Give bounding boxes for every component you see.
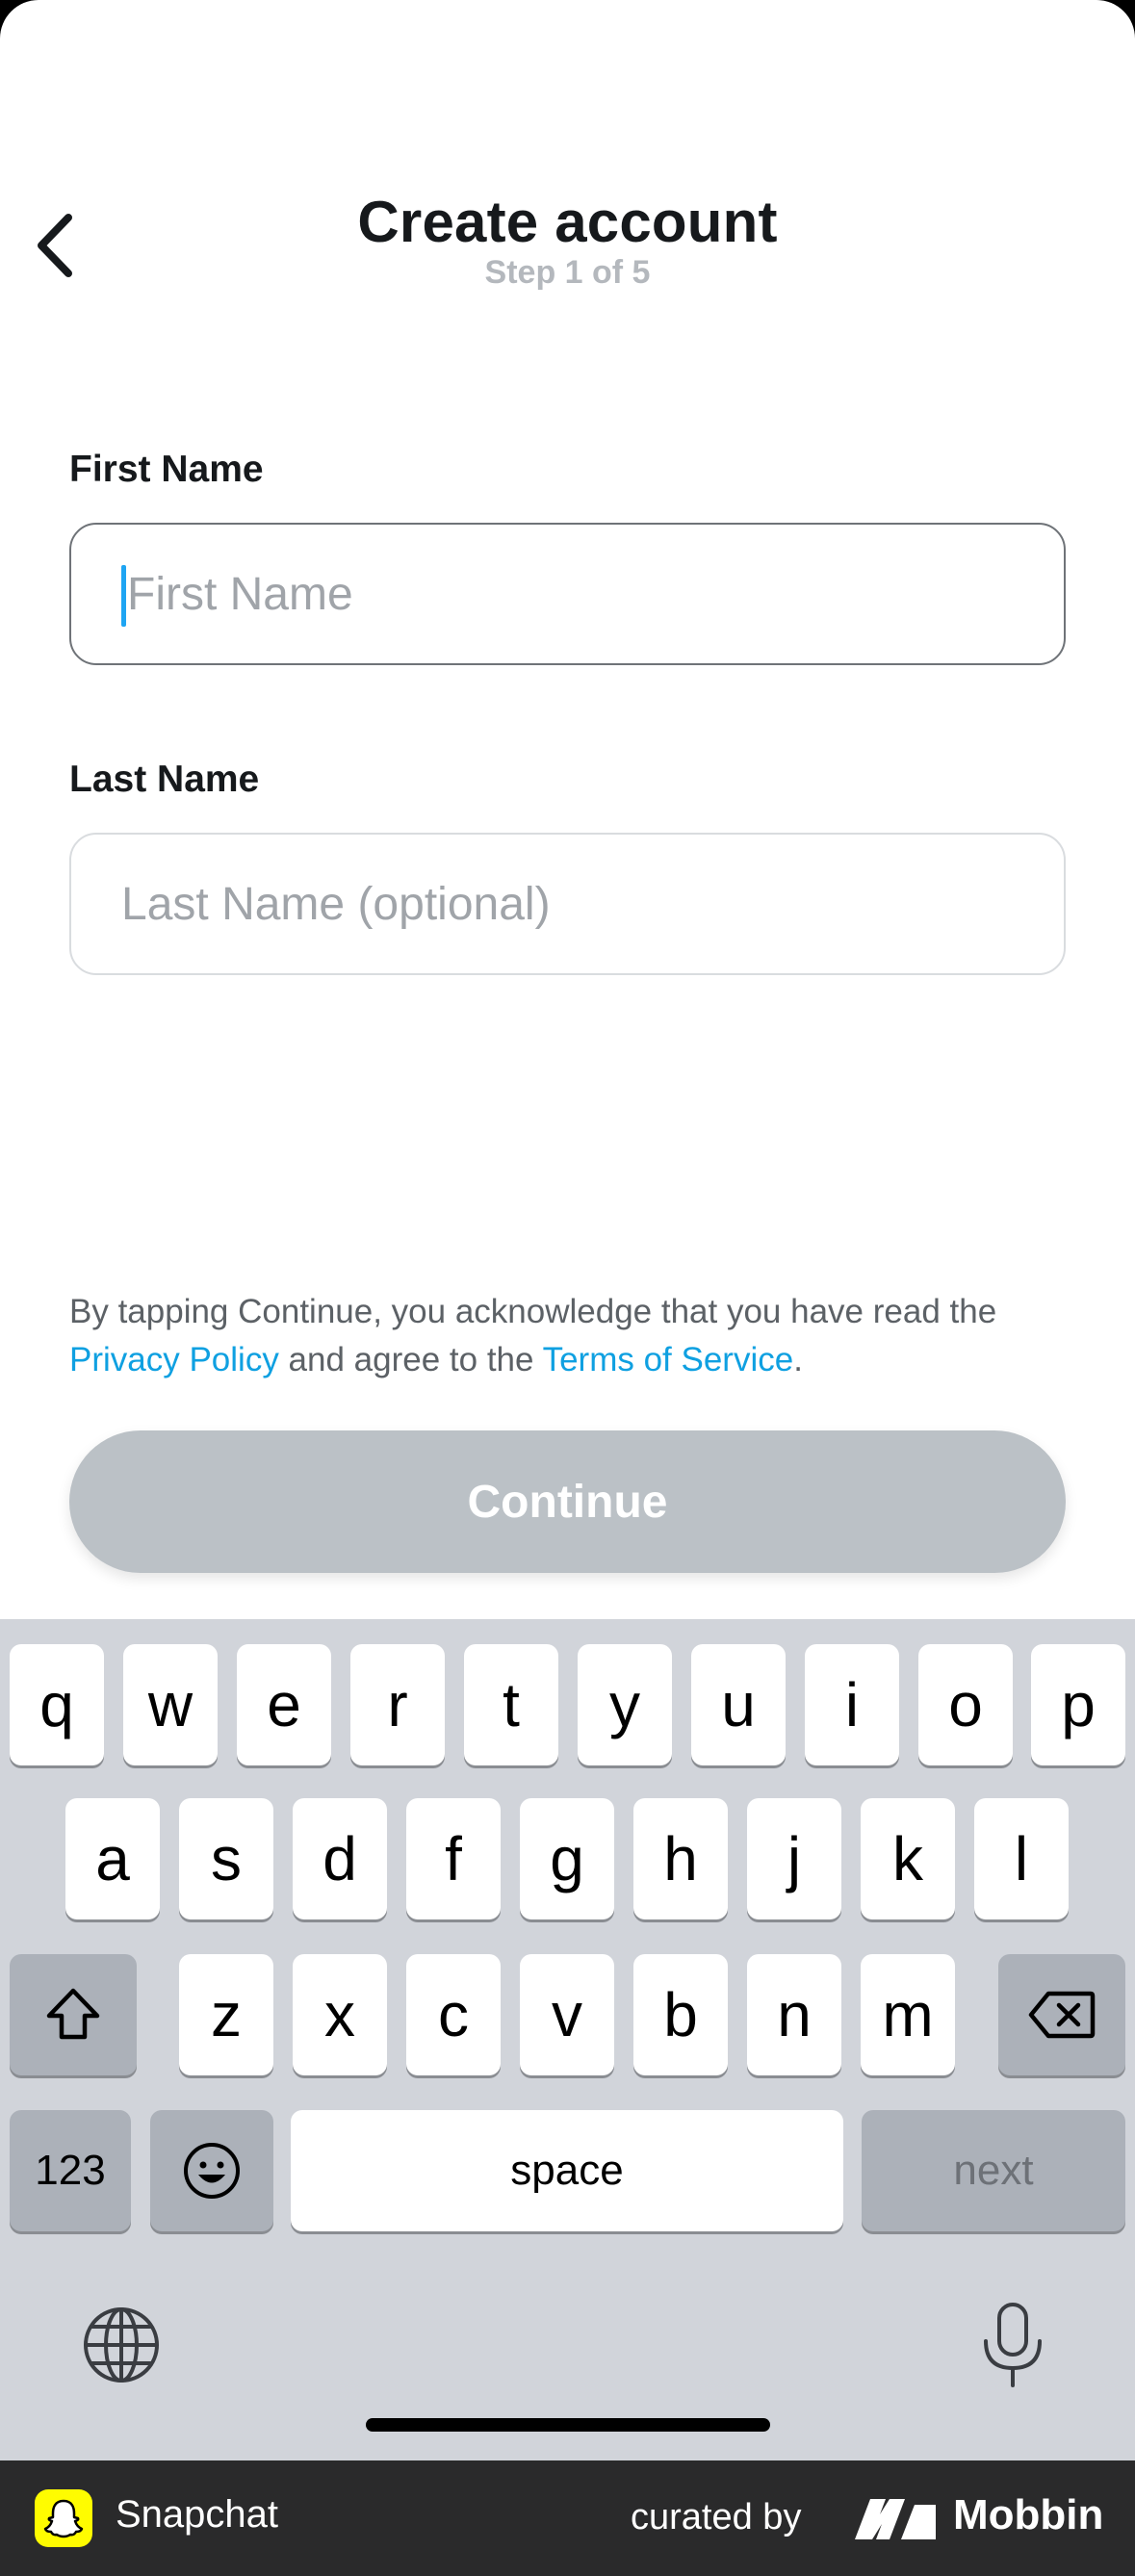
screen: Create account Step 1 of 5 First Name La… xyxy=(0,0,1135,2460)
globe-button[interactable] xyxy=(81,2305,162,2385)
key-y[interactable]: y xyxy=(578,1644,672,1765)
last-name-label: Last Name xyxy=(69,759,260,800)
last-name-field[interactable] xyxy=(69,833,1066,975)
app-name: Snapchat xyxy=(116,2493,279,2536)
home-indicator xyxy=(366,2418,770,2432)
dictation-button[interactable] xyxy=(976,2299,1049,2391)
last-name-input[interactable] xyxy=(121,877,1064,931)
key-n[interactable]: n xyxy=(747,1954,841,2075)
text-caret xyxy=(121,565,126,627)
key-k[interactable]: k xyxy=(861,1798,955,1919)
key-q[interactable]: q xyxy=(10,1644,104,1765)
ghost-icon xyxy=(43,2499,84,2538)
key-a[interactable]: a xyxy=(65,1798,160,1919)
next-key[interactable]: next xyxy=(862,2110,1125,2231)
privacy-policy-link[interactable]: Privacy Policy xyxy=(69,1341,279,1378)
key-s[interactable]: s xyxy=(179,1798,273,1919)
space-key[interactable]: space xyxy=(291,2110,843,2231)
key-b[interactable]: b xyxy=(633,1954,728,2075)
globe-icon xyxy=(84,2307,159,2383)
snapchat-logo xyxy=(35,2489,92,2547)
shift-icon xyxy=(46,1988,100,2040)
key-u[interactable]: u xyxy=(691,1644,786,1765)
key-h[interactable]: h xyxy=(633,1798,728,1919)
key-l[interactable]: l xyxy=(974,1798,1069,1919)
step-indicator: Step 1 of 5 xyxy=(484,254,651,291)
key-j[interactable]: j xyxy=(747,1798,841,1919)
delete-key[interactable] xyxy=(998,1954,1125,2075)
attribution-banner: Snapchat curated by Mobbin xyxy=(0,2460,1135,2576)
key-o[interactable]: o xyxy=(918,1644,1013,1765)
curated-by-text: curated by xyxy=(631,2497,802,2537)
mobbin-brand: Mobbin xyxy=(953,2491,1104,2538)
key-m[interactable]: m xyxy=(861,1954,955,2075)
legal-notice: By tapping Continue, you acknowledge tha… xyxy=(69,1288,1080,1384)
backspace-icon xyxy=(1028,1991,1096,2039)
keyboard: q w e r t y u i o p a s d f g h j k l z … xyxy=(0,1619,1135,2460)
key-t[interactable]: t xyxy=(464,1644,558,1765)
legal-text-middle: and agree to the xyxy=(278,1341,543,1378)
key-f[interactable]: f xyxy=(406,1798,501,1919)
emoji-key[interactable] xyxy=(150,2110,273,2231)
key-i[interactable]: i xyxy=(805,1644,899,1765)
continue-button[interactable]: Continue xyxy=(69,1430,1066,1573)
first-name-field[interactable] xyxy=(69,523,1066,665)
key-w[interactable]: w xyxy=(123,1644,218,1765)
shift-key[interactable] xyxy=(10,1954,137,2075)
legal-text-suffix: . xyxy=(793,1341,803,1378)
key-d[interactable]: d xyxy=(293,1798,387,1919)
key-v[interactable]: v xyxy=(520,1954,614,2075)
legal-text-prefix: By tapping Continue, you acknowledge tha… xyxy=(69,1293,997,1330)
key-c[interactable]: c xyxy=(406,1954,501,2075)
first-name-input[interactable] xyxy=(121,567,1064,621)
first-name-label: First Name xyxy=(69,449,264,490)
microphone-icon xyxy=(984,2303,1042,2387)
key-z[interactable]: z xyxy=(179,1954,273,2075)
key-x[interactable]: x xyxy=(293,1954,387,2075)
terms-of-service-link[interactable]: Terms of Service xyxy=(543,1341,794,1378)
mobbin-logo-icon xyxy=(855,2499,936,2539)
key-r[interactable]: r xyxy=(350,1644,445,1765)
key-g[interactable]: g xyxy=(520,1798,614,1919)
key-e[interactable]: e xyxy=(237,1644,331,1765)
page-title: Create account xyxy=(357,190,778,254)
numbers-key[interactable]: 123 xyxy=(10,2110,131,2231)
emoji-icon xyxy=(184,2143,240,2199)
key-p[interactable]: p xyxy=(1031,1644,1125,1765)
